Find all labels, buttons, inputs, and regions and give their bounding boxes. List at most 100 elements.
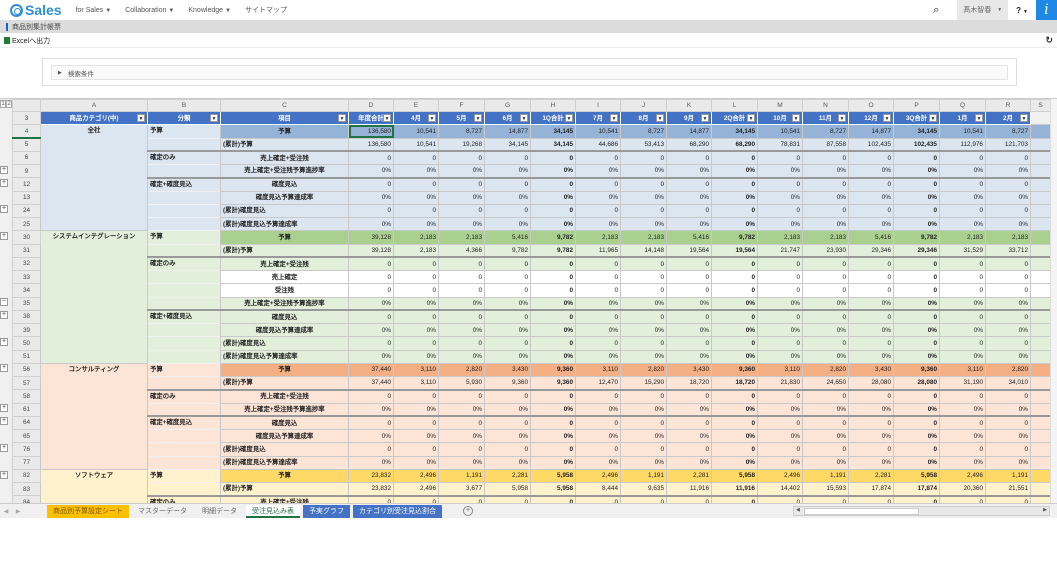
row-number[interactable]: 24 <box>12 203 41 219</box>
value-cell[interactable]: 3,430 <box>666 362 712 378</box>
value-cell[interactable]: 0 <box>939 176 986 192</box>
expand-group-icon[interactable]: + <box>0 205 8 214</box>
value-cell[interactable]: 0 <box>530 336 576 351</box>
value-cell[interactable]: 0% <box>348 349 394 364</box>
value-cell[interactable]: 0 <box>711 494 758 503</box>
filter-dropdown-icon[interactable]: ▼ <box>137 114 145 122</box>
classification-cell[interactable] <box>147 456 221 470</box>
value-cell[interactable]: 14,877 <box>666 124 712 139</box>
value-cell[interactable]: 0% <box>620 322 667 338</box>
value-cell[interactable]: 0 <box>939 336 986 351</box>
value-cell[interactable]: 0 <box>985 415 1031 431</box>
value-cell[interactable]: 0% <box>757 428 803 444</box>
value-cell[interactable]: 0 <box>893 415 940 431</box>
value-cell[interactable]: 34,145 <box>893 124 940 139</box>
value-cell[interactable]: 0 <box>575 309 621 325</box>
value-cell[interactable]: 0 <box>985 203 1031 219</box>
classification-cell[interactable] <box>147 191 221 205</box>
row-number[interactable]: 13 <box>12 190 41 205</box>
value-cell[interactable]: 0 <box>575 256 621 272</box>
expand-group-icon[interactable]: + <box>0 231 8 240</box>
sheet-tab[interactable]: 受注見込み表 <box>246 504 300 518</box>
value-cell[interactable]: 0 <box>438 442 485 457</box>
value-cell[interactable]: 78,831 <box>757 137 803 152</box>
value-cell[interactable]: 112,976 <box>939 137 986 152</box>
value-cell[interactable]: 0% <box>802 428 849 444</box>
value-cell[interactable]: 0% <box>985 428 1031 444</box>
value-cell[interactable]: 0% <box>711 455 758 470</box>
value-cell[interactable]: 0% <box>802 163 849 179</box>
category-cell[interactable]: システムインテグレーション <box>40 230 148 364</box>
column-header-K[interactable]: K <box>666 99 712 112</box>
item-cell[interactable]: 受注残 <box>220 283 349 298</box>
value-cell[interactable]: 0% <box>438 296 485 311</box>
menu-sitemap[interactable]: サイトマップ <box>245 5 287 15</box>
sheet-tab[interactable]: カテゴリ別受注見込割合 <box>353 504 442 518</box>
value-cell[interactable]: 0 <box>348 256 394 272</box>
value-cell[interactable]: 0 <box>802 494 849 503</box>
value-cell[interactable]: 0 <box>711 150 758 166</box>
item-cell[interactable]: 予算 <box>220 468 349 484</box>
value-cell[interactable]: 19,268 <box>438 137 485 152</box>
value-cell[interactable]: 0 <box>711 415 758 431</box>
row-number[interactable]: 77 <box>12 455 41 470</box>
value-cell[interactable]: 102,435 <box>848 137 894 152</box>
value-cell[interactable]: 0% <box>757 322 803 338</box>
value-cell[interactable]: 0 <box>438 494 485 503</box>
value-cell[interactable]: 0 <box>848 336 894 351</box>
value-cell[interactable]: 0 <box>757 415 803 431</box>
value-cell[interactable]: 0% <box>893 349 940 364</box>
value-cell[interactable]: 0% <box>802 402 849 417</box>
value-cell[interactable]: 0% <box>939 322 986 338</box>
value-cell[interactable]: 0 <box>438 388 485 404</box>
value-cell[interactable]: 0 <box>393 203 439 219</box>
value-cell[interactable]: 10,541 <box>757 124 803 139</box>
value-cell[interactable]: 0% <box>666 455 712 470</box>
value-cell[interactable]: 8,727 <box>438 124 485 139</box>
value-cell[interactable]: 5,416 <box>848 230 894 245</box>
value-cell[interactable]: 0 <box>757 494 803 503</box>
row-number[interactable]: 6 <box>12 150 41 166</box>
value-cell[interactable]: 0% <box>348 428 394 444</box>
value-cell[interactable]: 0 <box>802 283 849 298</box>
value-cell[interactable]: 11,965 <box>575 243 621 258</box>
value-cell[interactable]: 18,720 <box>711 375 758 391</box>
value-cell[interactable]: 0 <box>757 203 803 219</box>
value-cell[interactable]: 0% <box>620 163 667 179</box>
value-cell[interactable]: 0% <box>985 216 1031 232</box>
value-cell[interactable]: 0 <box>530 309 576 325</box>
value-cell[interactable]: 102,435 <box>893 137 940 152</box>
value-cell[interactable]: 0 <box>620 203 667 219</box>
value-cell[interactable]: 0 <box>484 283 531 298</box>
excel-export-button[interactable]: Excelへ出力 <box>4 36 50 46</box>
value-cell[interactable]: 0% <box>530 322 576 338</box>
value-cell[interactable]: 23,832 <box>348 481 394 497</box>
value-cell[interactable]: 2,183 <box>939 230 986 245</box>
user-menu[interactable]: 髙木智春 ▼ <box>957 0 1009 20</box>
value-cell[interactable]: 0% <box>848 402 894 417</box>
column-header-B[interactable]: B <box>147 99 221 112</box>
value-cell[interactable]: 0 <box>893 150 940 166</box>
expand-group-icon[interactable]: + <box>0 337 8 346</box>
column-header-S[interactable]: S <box>1030 99 1051 112</box>
classification-cell[interactable]: 確定のみ <box>147 388 221 403</box>
value-cell[interactable]: 0% <box>620 402 667 417</box>
value-cell[interactable]: 0 <box>348 150 394 166</box>
value-cell[interactable]: 10,541 <box>393 137 439 152</box>
row-number[interactable]: 9 <box>12 163 41 179</box>
value-cell[interactable]: 0 <box>530 269 576 285</box>
value-cell[interactable]: 0% <box>438 190 485 205</box>
item-cell[interactable]: 予算 <box>220 230 349 245</box>
value-cell[interactable]: 0 <box>711 256 758 272</box>
value-cell[interactable]: 0 <box>848 269 894 285</box>
value-cell[interactable]: 0 <box>484 150 531 166</box>
value-cell[interactable]: 0% <box>985 190 1031 205</box>
value-cell[interactable]: 0 <box>575 283 621 298</box>
value-cell[interactable]: 3,430 <box>484 362 531 378</box>
value-cell[interactable]: 0% <box>393 296 439 311</box>
menu-for-sales[interactable]: for Sales ▼ <box>76 7 112 14</box>
classification-cell[interactable]: 予算 <box>147 468 221 483</box>
category-cell[interactable]: ソフトウェア <box>40 468 148 503</box>
value-cell[interactable]: 0 <box>438 269 485 285</box>
value-cell[interactable]: 0 <box>348 388 394 404</box>
